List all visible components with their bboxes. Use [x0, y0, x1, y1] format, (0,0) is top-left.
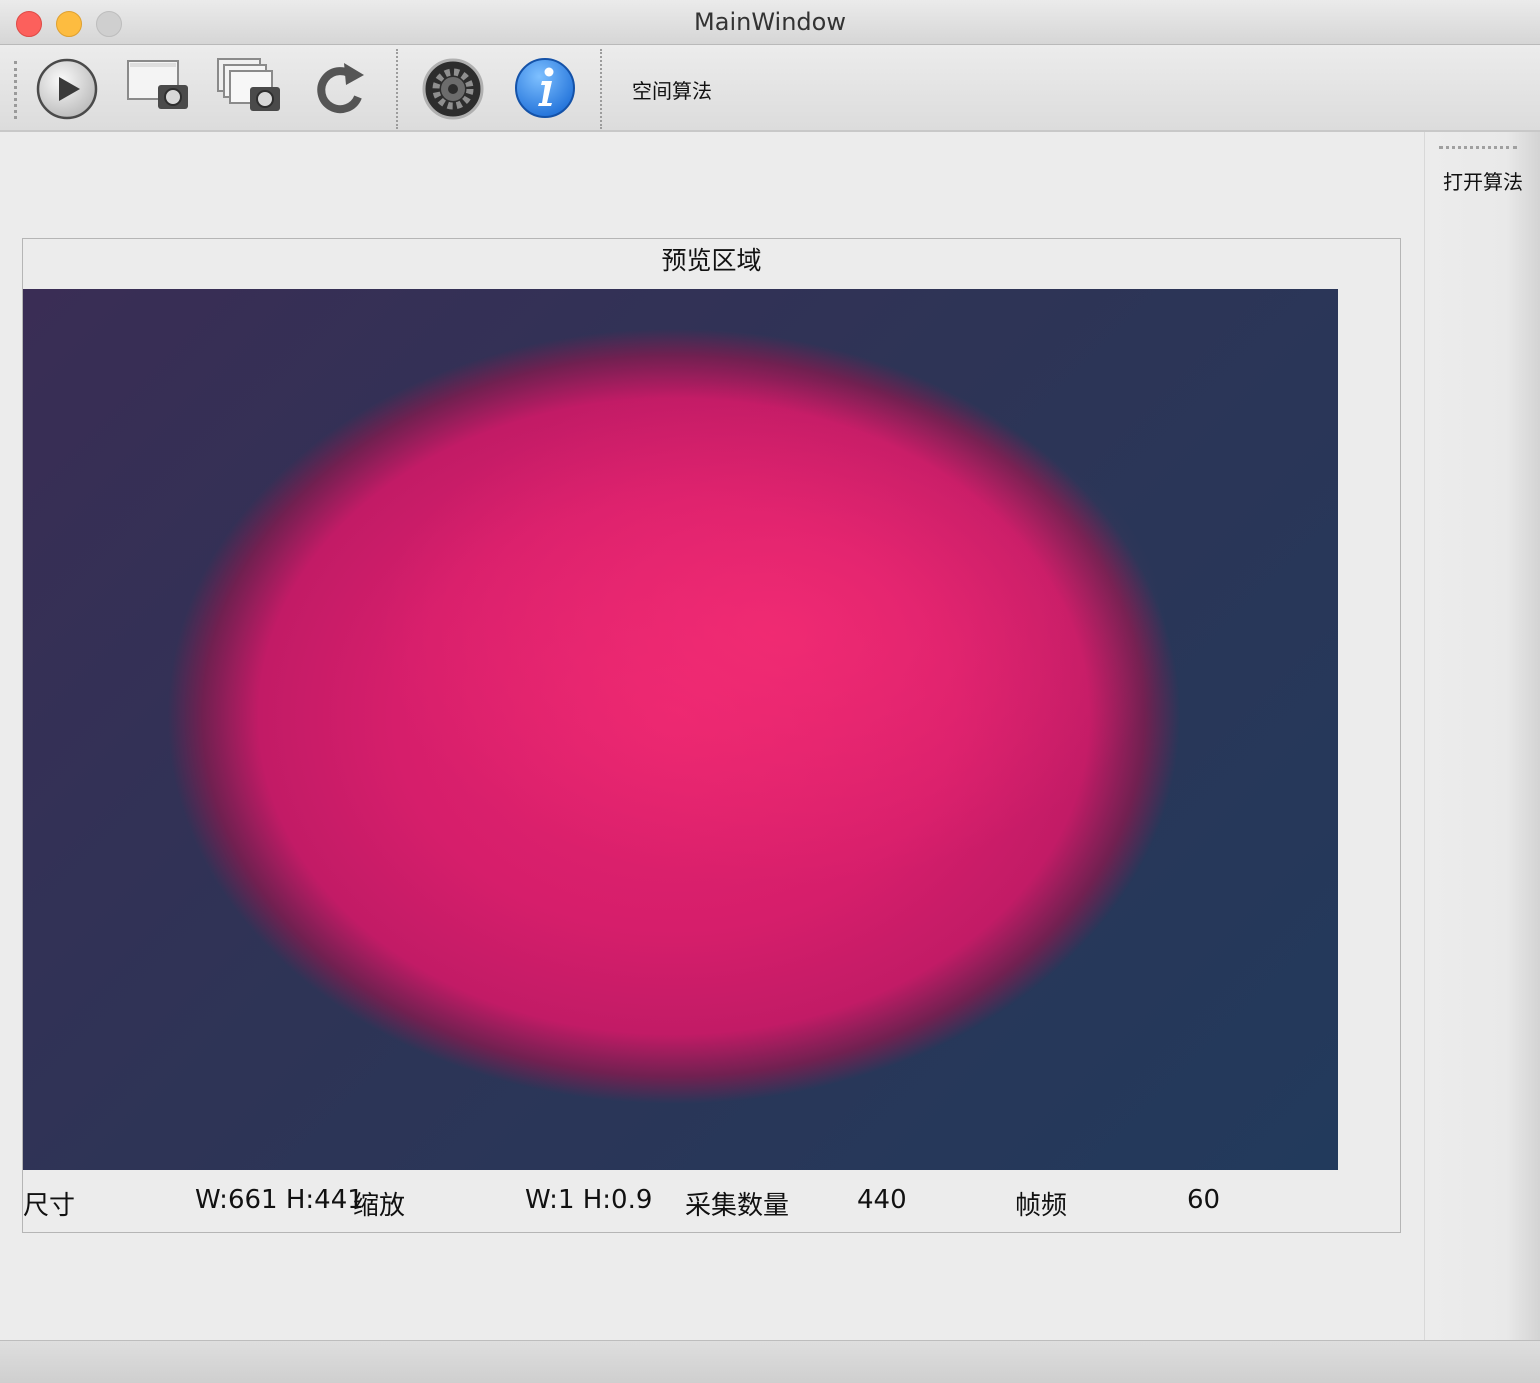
open-algorithm-button[interactable]: 打开算法	[1443, 166, 1523, 195]
capture-count-label: 采集数量	[685, 1191, 790, 1221]
play-button[interactable]	[34, 55, 100, 121]
size-value: W:661 H:441	[195, 1185, 364, 1215]
info-icon	[515, 58, 575, 118]
gear-icon	[422, 58, 484, 120]
size-label: 尺寸	[23, 1191, 76, 1221]
capture-button[interactable]	[124, 55, 190, 121]
dock-grip[interactable]	[1439, 146, 1517, 149]
spatial-algorithm-button[interactable]: 空间算法	[632, 75, 712, 104]
toolbar-separator	[396, 49, 398, 129]
window-title: MainWindow	[694, 8, 846, 36]
zoom-value: W:1 H:0.9	[525, 1185, 653, 1215]
preview-group-title: 预览区域	[661, 246, 762, 275]
preview-group: 预览区域 尺寸 W:661 H:441 缩放 W:1 H:0.9 采集数量 44…	[22, 238, 1401, 1233]
title-bar: MainWindow	[0, 0, 1540, 45]
frame-rate-value: 60	[1187, 1185, 1221, 1215]
multi-capture-button[interactable]	[216, 55, 282, 121]
info-button[interactable]	[512, 55, 578, 121]
algorithm-dock: 打开算法	[1424, 132, 1540, 1340]
frame-rate-label: 帧频	[1015, 1191, 1068, 1221]
preview-info-row: 尺寸 W:661 H:441 缩放 W:1 H:0.9 采集数量 440 帧频 …	[23, 1185, 1400, 1221]
status-bar	[0, 1340, 1540, 1383]
refresh-button[interactable]	[308, 55, 374, 121]
settings-button[interactable]	[420, 55, 486, 121]
capture-count-value: 440	[857, 1185, 907, 1215]
multi-capture-icon	[217, 58, 280, 111]
capture-icon	[127, 60, 188, 109]
camera-preview-image	[23, 289, 1338, 1170]
main-toolbar: 空间算法	[0, 45, 1540, 132]
toolbar-grip[interactable]	[14, 61, 17, 119]
refresh-icon	[317, 63, 364, 114]
toolbar-separator	[600, 49, 602, 129]
zoom-label: 缩放	[353, 1191, 406, 1221]
play-icon	[36, 58, 98, 120]
